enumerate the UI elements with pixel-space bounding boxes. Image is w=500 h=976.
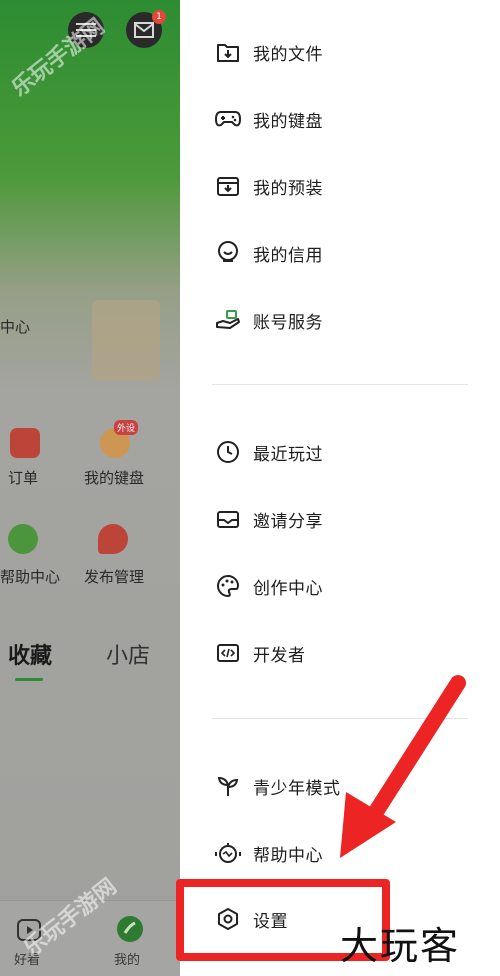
annotation-arrow <box>340 675 466 858</box>
brand-stamp: 大玩客 <box>340 924 461 968</box>
